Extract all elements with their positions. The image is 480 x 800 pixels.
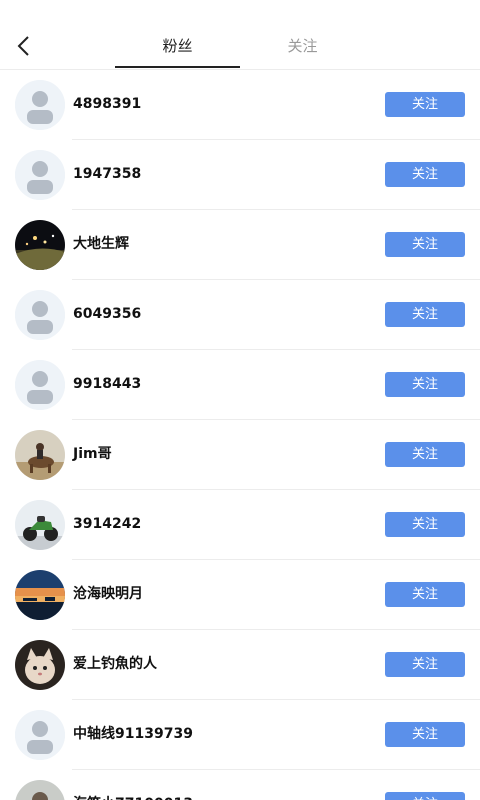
fan-list: 4898391 关注 1947358 关注 大地生辉 关注 6049356 关注 9918443…: [0, 70, 480, 800]
fan-name[interactable]: 中轴线91139739: [73, 724, 193, 744]
fan-list-item[interactable]: Jim哥 关注: [0, 420, 480, 490]
avatar[interactable]: [15, 150, 65, 200]
fan-name[interactable]: 9918443: [73, 374, 141, 394]
follow-button[interactable]: 关注: [385, 302, 465, 327]
fan-list-item[interactable]: 中轴线91139739 关注: [0, 700, 480, 770]
follow-button[interactable]: 关注: [385, 92, 465, 117]
avatar[interactable]: [15, 710, 65, 760]
default-avatar: [15, 710, 65, 760]
avatar[interactable]: [15, 640, 65, 690]
fan-name[interactable]: 1947358: [73, 164, 141, 184]
fan-list-item[interactable]: 6049356 关注: [0, 280, 480, 350]
fan-name[interactable]: 6049356: [73, 304, 141, 324]
fan-name[interactable]: 海笑小77100013: [73, 794, 193, 800]
tab-fans[interactable]: 粉丝: [115, 36, 240, 56]
cat-photo: [15, 640, 65, 690]
fan-name[interactable]: Jim哥: [73, 444, 112, 464]
back-button[interactable]: [10, 32, 38, 60]
fan-name[interactable]: 大地生辉: [73, 234, 129, 254]
follow-button[interactable]: 关注: [385, 232, 465, 257]
default-avatar: [15, 150, 65, 200]
avatar[interactable]: [15, 80, 65, 130]
person-photo: [15, 780, 65, 800]
follow-button[interactable]: 关注: [385, 512, 465, 537]
default-avatar: [15, 80, 65, 130]
avatar[interactable]: [15, 570, 65, 620]
avatar[interactable]: [15, 500, 65, 550]
sunset-sea-photo: [15, 570, 65, 620]
fan-list-item[interactable]: 9918443 关注: [0, 350, 480, 420]
top-bar: 粉丝 关注: [0, 0, 480, 70]
follow-button[interactable]: 关注: [385, 442, 465, 467]
fan-name[interactable]: 沧海映明月: [73, 584, 143, 604]
avatar[interactable]: [15, 430, 65, 480]
fan-list-item[interactable]: 爱上钓魚的人 关注: [0, 630, 480, 700]
default-avatar: [15, 290, 65, 340]
motorcycle-photo: [15, 500, 65, 550]
follow-button[interactable]: 关注: [385, 722, 465, 747]
fan-list-item[interactable]: 海笑小77100013 关注: [0, 770, 480, 800]
fan-list-item[interactable]: 4898391 关注: [0, 70, 480, 140]
follow-button[interactable]: 关注: [385, 162, 465, 187]
avatar[interactable]: [15, 290, 65, 340]
follow-button[interactable]: 关注: [385, 652, 465, 677]
fan-list-item[interactable]: 大地生辉 关注: [0, 210, 480, 280]
fan-list-item[interactable]: 1947358 关注: [0, 140, 480, 210]
night-scene-photo: [15, 220, 65, 270]
avatar[interactable]: [15, 780, 65, 800]
tab-following[interactable]: 关注: [240, 36, 365, 56]
avatar[interactable]: [15, 360, 65, 410]
chevron-left-icon: [17, 36, 29, 56]
fan-list-item[interactable]: 3914242 关注: [0, 490, 480, 560]
fan-name[interactable]: 爱上钓魚的人: [73, 654, 157, 674]
active-tab-indicator: [115, 66, 240, 68]
fan-list-item[interactable]: 沧海映明月 关注: [0, 560, 480, 630]
avatar[interactable]: [15, 220, 65, 270]
follow-button[interactable]: 关注: [385, 792, 465, 800]
default-avatar: [15, 360, 65, 410]
fan-name[interactable]: 4898391: [73, 94, 141, 114]
follow-button[interactable]: 关注: [385, 372, 465, 397]
fan-name[interactable]: 3914242: [73, 514, 141, 534]
person-on-horse-photo: [15, 430, 65, 480]
follow-button[interactable]: 关注: [385, 582, 465, 607]
